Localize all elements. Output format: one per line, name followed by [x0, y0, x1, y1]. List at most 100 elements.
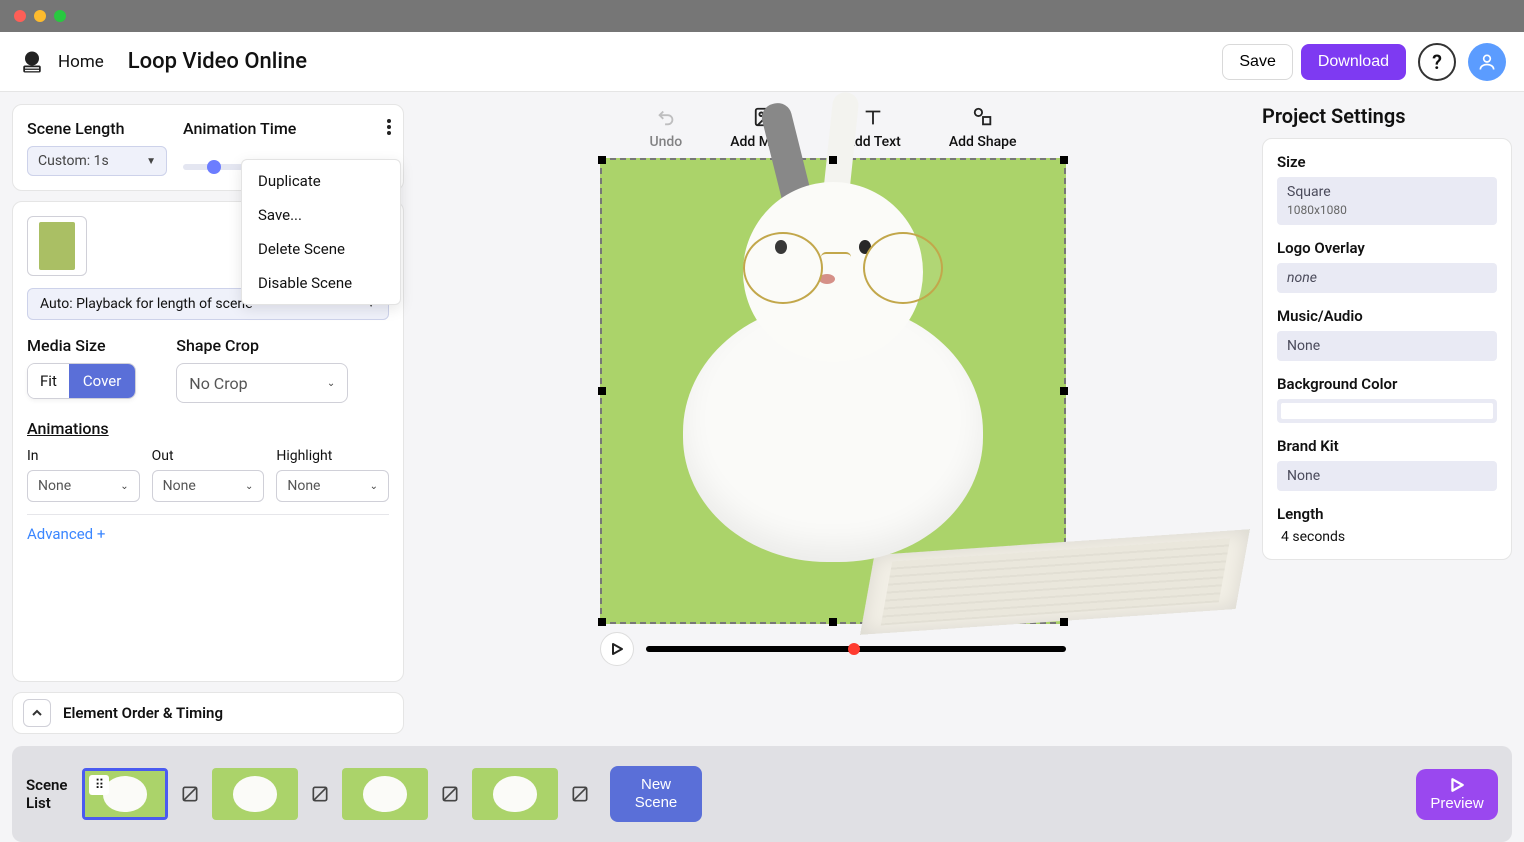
music-label: Music/Audio [1277, 307, 1497, 325]
scene-list-strip: Scene List ⠿ New Scene Preview [12, 746, 1512, 842]
anim-out-select[interactable]: None⌄ [152, 470, 265, 502]
size-select[interactable]: Square 1080x1080 [1277, 177, 1497, 225]
download-button[interactable]: Download [1301, 44, 1406, 80]
scene-thumb-2[interactable] [212, 768, 298, 820]
undo-button[interactable]: Undo [649, 106, 682, 150]
playback-controls [600, 632, 1066, 666]
transition-icon[interactable] [440, 784, 460, 804]
transition-icon[interactable] [310, 784, 330, 804]
anim-highlight-label: Highlight [276, 448, 389, 464]
element-order-panel[interactable]: Element Order & Timing [12, 692, 404, 734]
logo-overlay-select[interactable]: none [1277, 263, 1497, 293]
help-button[interactable]: ? [1418, 43, 1456, 81]
app-topbar: Home Loop Video Online Save Download ? [0, 32, 1524, 92]
bgcolor-picker[interactable] [1277, 399, 1497, 423]
fit-button[interactable]: Fit [28, 364, 69, 398]
chevron-down-icon: ⌄ [327, 378, 335, 389]
menu-disable-scene[interactable]: Disable Scene [242, 266, 400, 300]
undo-icon [655, 106, 677, 128]
scene-thumb-1[interactable]: ⠿ [82, 768, 168, 820]
resize-handle[interactable] [598, 156, 606, 164]
text-icon [862, 106, 884, 128]
chevron-down-icon: ⌄ [370, 481, 378, 492]
animation-time-label: Animation Time [183, 119, 327, 138]
scene-context-menu: Duplicate Save... Delete Scene Disable S… [241, 159, 401, 305]
preview-button[interactable]: Preview [1416, 769, 1498, 820]
user-avatar-button[interactable] [1468, 43, 1506, 81]
user-icon [1477, 52, 1497, 72]
transition-icon[interactable] [180, 784, 200, 804]
expand-button[interactable] [23, 699, 51, 727]
cover-button[interactable]: Cover [69, 364, 135, 398]
scene-length-card: Scene Length Custom: 1s ▼ Animation Time [12, 104, 404, 191]
resize-handle[interactable] [1060, 387, 1068, 395]
brand-select[interactable]: None [1277, 461, 1497, 491]
resize-handle[interactable] [829, 618, 837, 626]
scene-length-select[interactable]: Custom: 1s ▼ [27, 146, 167, 176]
play-icon [1449, 777, 1465, 793]
help-icon: ? [1432, 50, 1442, 74]
brand-label: Brand Kit [1277, 437, 1497, 455]
window-maximize-dot[interactable] [54, 10, 66, 22]
logo-overlay-label: Logo Overlay [1277, 239, 1497, 257]
menu-duplicate[interactable]: Duplicate [242, 164, 400, 198]
anim-in-select[interactable]: None⌄ [27, 470, 140, 502]
app-title: Loop Video Online [128, 49, 307, 74]
canvas-area[interactable] [600, 158, 1066, 624]
menu-delete-scene[interactable]: Delete Scene [242, 232, 400, 266]
play-button[interactable] [600, 632, 634, 666]
scene-length-label: Scene Length [27, 119, 167, 138]
length-value: 4 seconds [1281, 529, 1497, 545]
shape-crop-select[interactable]: No Crop ⌄ [176, 363, 348, 403]
shape-crop-label: Shape Crop [176, 336, 348, 355]
advanced-link[interactable]: Advanced + [27, 525, 389, 543]
media-size-toggle: Fit Cover [27, 363, 136, 399]
drag-handle-icon[interactable]: ⠿ [89, 775, 109, 795]
rabbit-illustration [683, 302, 983, 562]
seek-thumb[interactable] [848, 643, 860, 655]
play-icon [610, 642, 624, 656]
app-logo [18, 48, 46, 76]
project-settings-title: Project Settings [1262, 104, 1512, 128]
size-label: Size [1277, 153, 1497, 171]
save-button[interactable]: Save [1222, 44, 1292, 80]
length-label: Length [1277, 505, 1497, 523]
chevron-down-icon: ⌄ [120, 481, 128, 492]
home-link[interactable]: Home [58, 52, 104, 72]
new-scene-button[interactable]: New Scene [610, 766, 702, 822]
scene-thumb-4[interactable] [472, 768, 558, 820]
slider-thumb[interactable] [207, 160, 221, 174]
window-minimize-dot[interactable] [34, 10, 46, 22]
kebab-icon [387, 119, 391, 135]
book-prop [860, 529, 1250, 635]
chevron-down-icon: ⌄ [245, 481, 253, 492]
selected-media[interactable] [600, 158, 1066, 624]
resize-handle[interactable] [1060, 618, 1068, 626]
anim-in-label: In [27, 448, 140, 464]
bgcolor-label: Background Color [1277, 375, 1497, 393]
media-size-label: Media Size [27, 336, 136, 355]
project-settings-panel: Size Square 1080x1080 Logo Overlay none … [1262, 138, 1512, 560]
media-thumbnail[interactable] [27, 216, 87, 276]
resize-handle[interactable] [1060, 156, 1068, 164]
menu-save[interactable]: Save... [242, 198, 400, 232]
window-titlebar [0, 0, 1524, 32]
shape-icon [972, 106, 994, 128]
add-shape-button[interactable]: Add Shape [949, 106, 1017, 150]
element-order-label: Element Order & Timing [63, 704, 223, 722]
resize-handle[interactable] [598, 618, 606, 626]
seek-slider[interactable] [646, 646, 1066, 652]
resize-handle[interactable] [829, 156, 837, 164]
resize-handle[interactable] [598, 387, 606, 395]
animations-label: Animations [27, 419, 389, 438]
chevron-down-icon: ▼ [146, 156, 156, 167]
scene-menu-button[interactable] [387, 119, 391, 135]
transition-icon[interactable] [570, 784, 590, 804]
scene-thumb-3[interactable] [342, 768, 428, 820]
anim-out-label: Out [152, 448, 265, 464]
anim-highlight-select[interactable]: None⌄ [276, 470, 389, 502]
window-close-dot[interactable] [14, 10, 26, 22]
chevron-up-icon [31, 707, 43, 719]
scene-list-label: Scene List [26, 776, 70, 812]
music-select[interactable]: None [1277, 331, 1497, 361]
